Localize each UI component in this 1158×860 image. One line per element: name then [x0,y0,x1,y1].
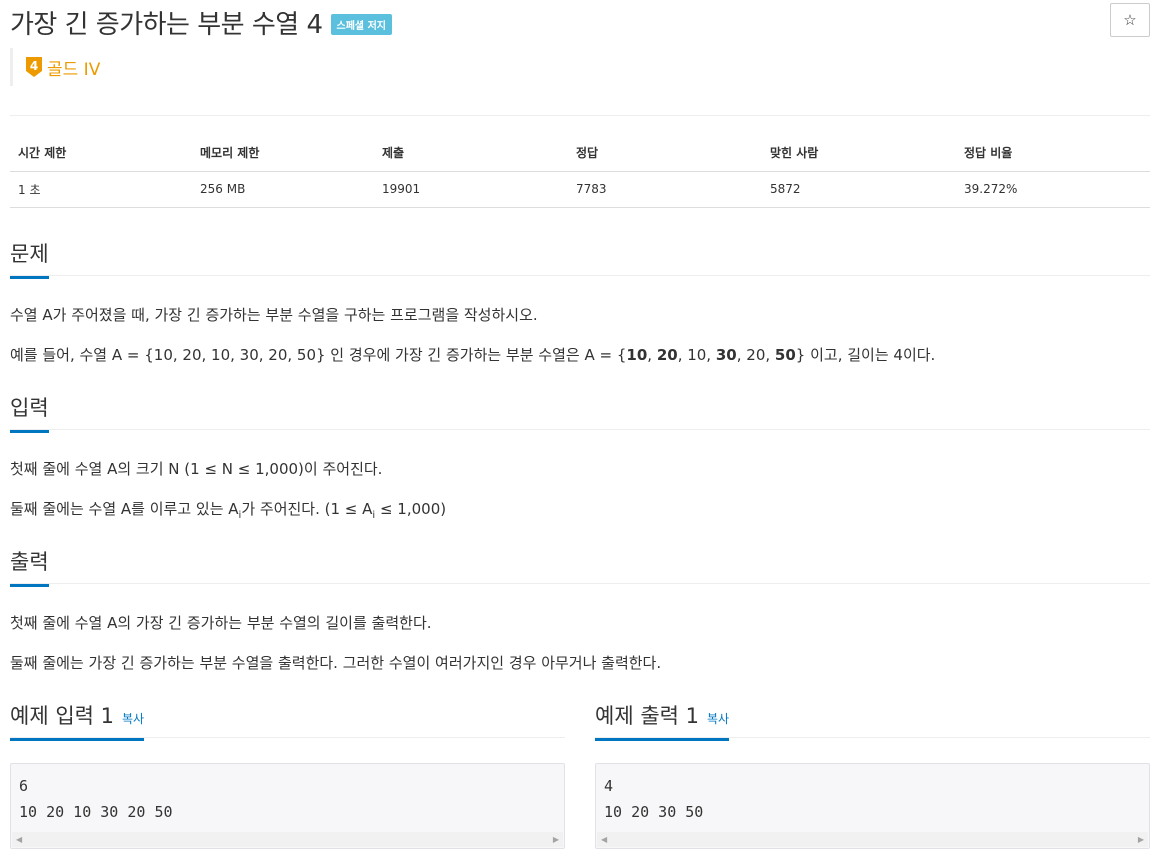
star-icon: ☆ [1123,12,1137,29]
copy-sample-input-button[interactable]: 복사 [122,712,144,726]
output-paragraph-1: 첫째 줄에 수열 A의 가장 긴 증가하는 부분 수열의 길이를 출력한다. [10,614,432,632]
header-accepted: 정답 [568,135,762,172]
header-memory-limit: 메모리 제한 [192,135,374,172]
input-section-header: 입력 [10,392,1150,433]
description-section-header: 문제 [10,238,1150,279]
accepted-value[interactable]: 7783 [568,171,762,208]
favorite-star-button[interactable]: ☆ [1110,3,1150,37]
table-header-row: 시간 제한 메모리 제한 제출 정답 맞힌 사람 정답 비율 [10,135,1150,172]
header-submissions: 제출 [374,135,568,172]
sample-input-box[interactable]: 6 10 20 10 30 20 50 ◀ ▶ [10,763,565,849]
accept-ratio-value: 39.272% [956,171,1150,208]
sample-output-content[interactable]: 4 10 20 30 50 [596,764,1149,825]
scroll-right-icon[interactable]: ▶ [1138,832,1144,847]
divider [10,115,1150,116]
problem-info-table: 시간 제한 메모리 제한 제출 정답 맞힌 사람 정답 비율 1 초 256 M… [10,135,1150,208]
sample-input-heading: 예제 입력 1 복사 [10,700,145,741]
scroll-left-icon[interactable]: ◀ [601,832,607,847]
sample-output-header: 예제 출력 1 복사 [595,700,1150,741]
header-time-limit: 시간 제한 [10,135,192,172]
output-section-header: 출력 [10,546,1150,587]
header-accept-ratio: 정답 비율 [956,135,1150,172]
special-judge-badge: 스페셜 저지 [330,13,392,35]
memory-limit-value: 256 MB [192,171,374,208]
time-limit-value: 1 초 [10,171,192,208]
horizontal-scrollbar[interactable]: ◀ ▶ [12,832,563,847]
header-solvers: 맞힌 사람 [762,135,956,172]
description-heading: 문제 [10,238,49,279]
output-paragraph-2: 둘째 줄에는 가장 긴 증가하는 부분 수열을 출력한다. 그러한 수열이 여러… [10,654,662,672]
tier-label[interactable]: 골드 IV [47,55,100,80]
submissions-value[interactable]: 19901 [374,171,568,208]
tier-number: 4 [30,59,38,73]
horizontal-scrollbar[interactable]: ◀ ▶ [597,832,1148,847]
copy-sample-output-button[interactable]: 복사 [707,712,729,726]
page-title: 가장 긴 증가하는 부분 수열 4 [10,9,323,40]
scroll-right-icon[interactable]: ▶ [553,832,559,847]
description-paragraph-2: 예를 들어, 수열 A = {10, 20, 10, 30, 20, 50} 인… [10,346,936,364]
scroll-left-icon[interactable]: ◀ [16,832,22,847]
gold-tier-icon: 4 [26,57,42,77]
sample-output-heading: 예제 출력 1 복사 [595,700,730,741]
solvers-value[interactable]: 5872 [762,171,956,208]
sample-output-box[interactable]: 4 10 20 30 50 ◀ ▶ [595,763,1150,849]
output-heading: 출력 [10,546,49,587]
problem-header: 가장 긴 증가하는 부분 수열 4 스페셜 저지 [10,2,392,42]
input-paragraph-2: 둘째 줄에는 수열 A를 이루고 있는 Ai가 주어진다. (1 ≤ Ai ≤ … [10,500,447,521]
input-heading: 입력 [10,392,49,433]
sample-input-content[interactable]: 6 10 20 10 30 20 50 [11,764,564,825]
input-paragraph-1: 첫째 줄에 수열 A의 크기 N (1 ≤ N ≤ 1,000)이 주어진다. [10,460,383,478]
table-row: 1 초 256 MB 19901 7783 5872 39.272% [10,171,1150,208]
sample-input-header: 예제 입력 1 복사 [10,700,565,741]
tier-block: 4 골드 IV [10,48,100,86]
description-paragraph-1: 수열 A가 주어졌을 때, 가장 긴 증가하는 부분 수열을 구하는 프로그램을… [10,306,538,324]
